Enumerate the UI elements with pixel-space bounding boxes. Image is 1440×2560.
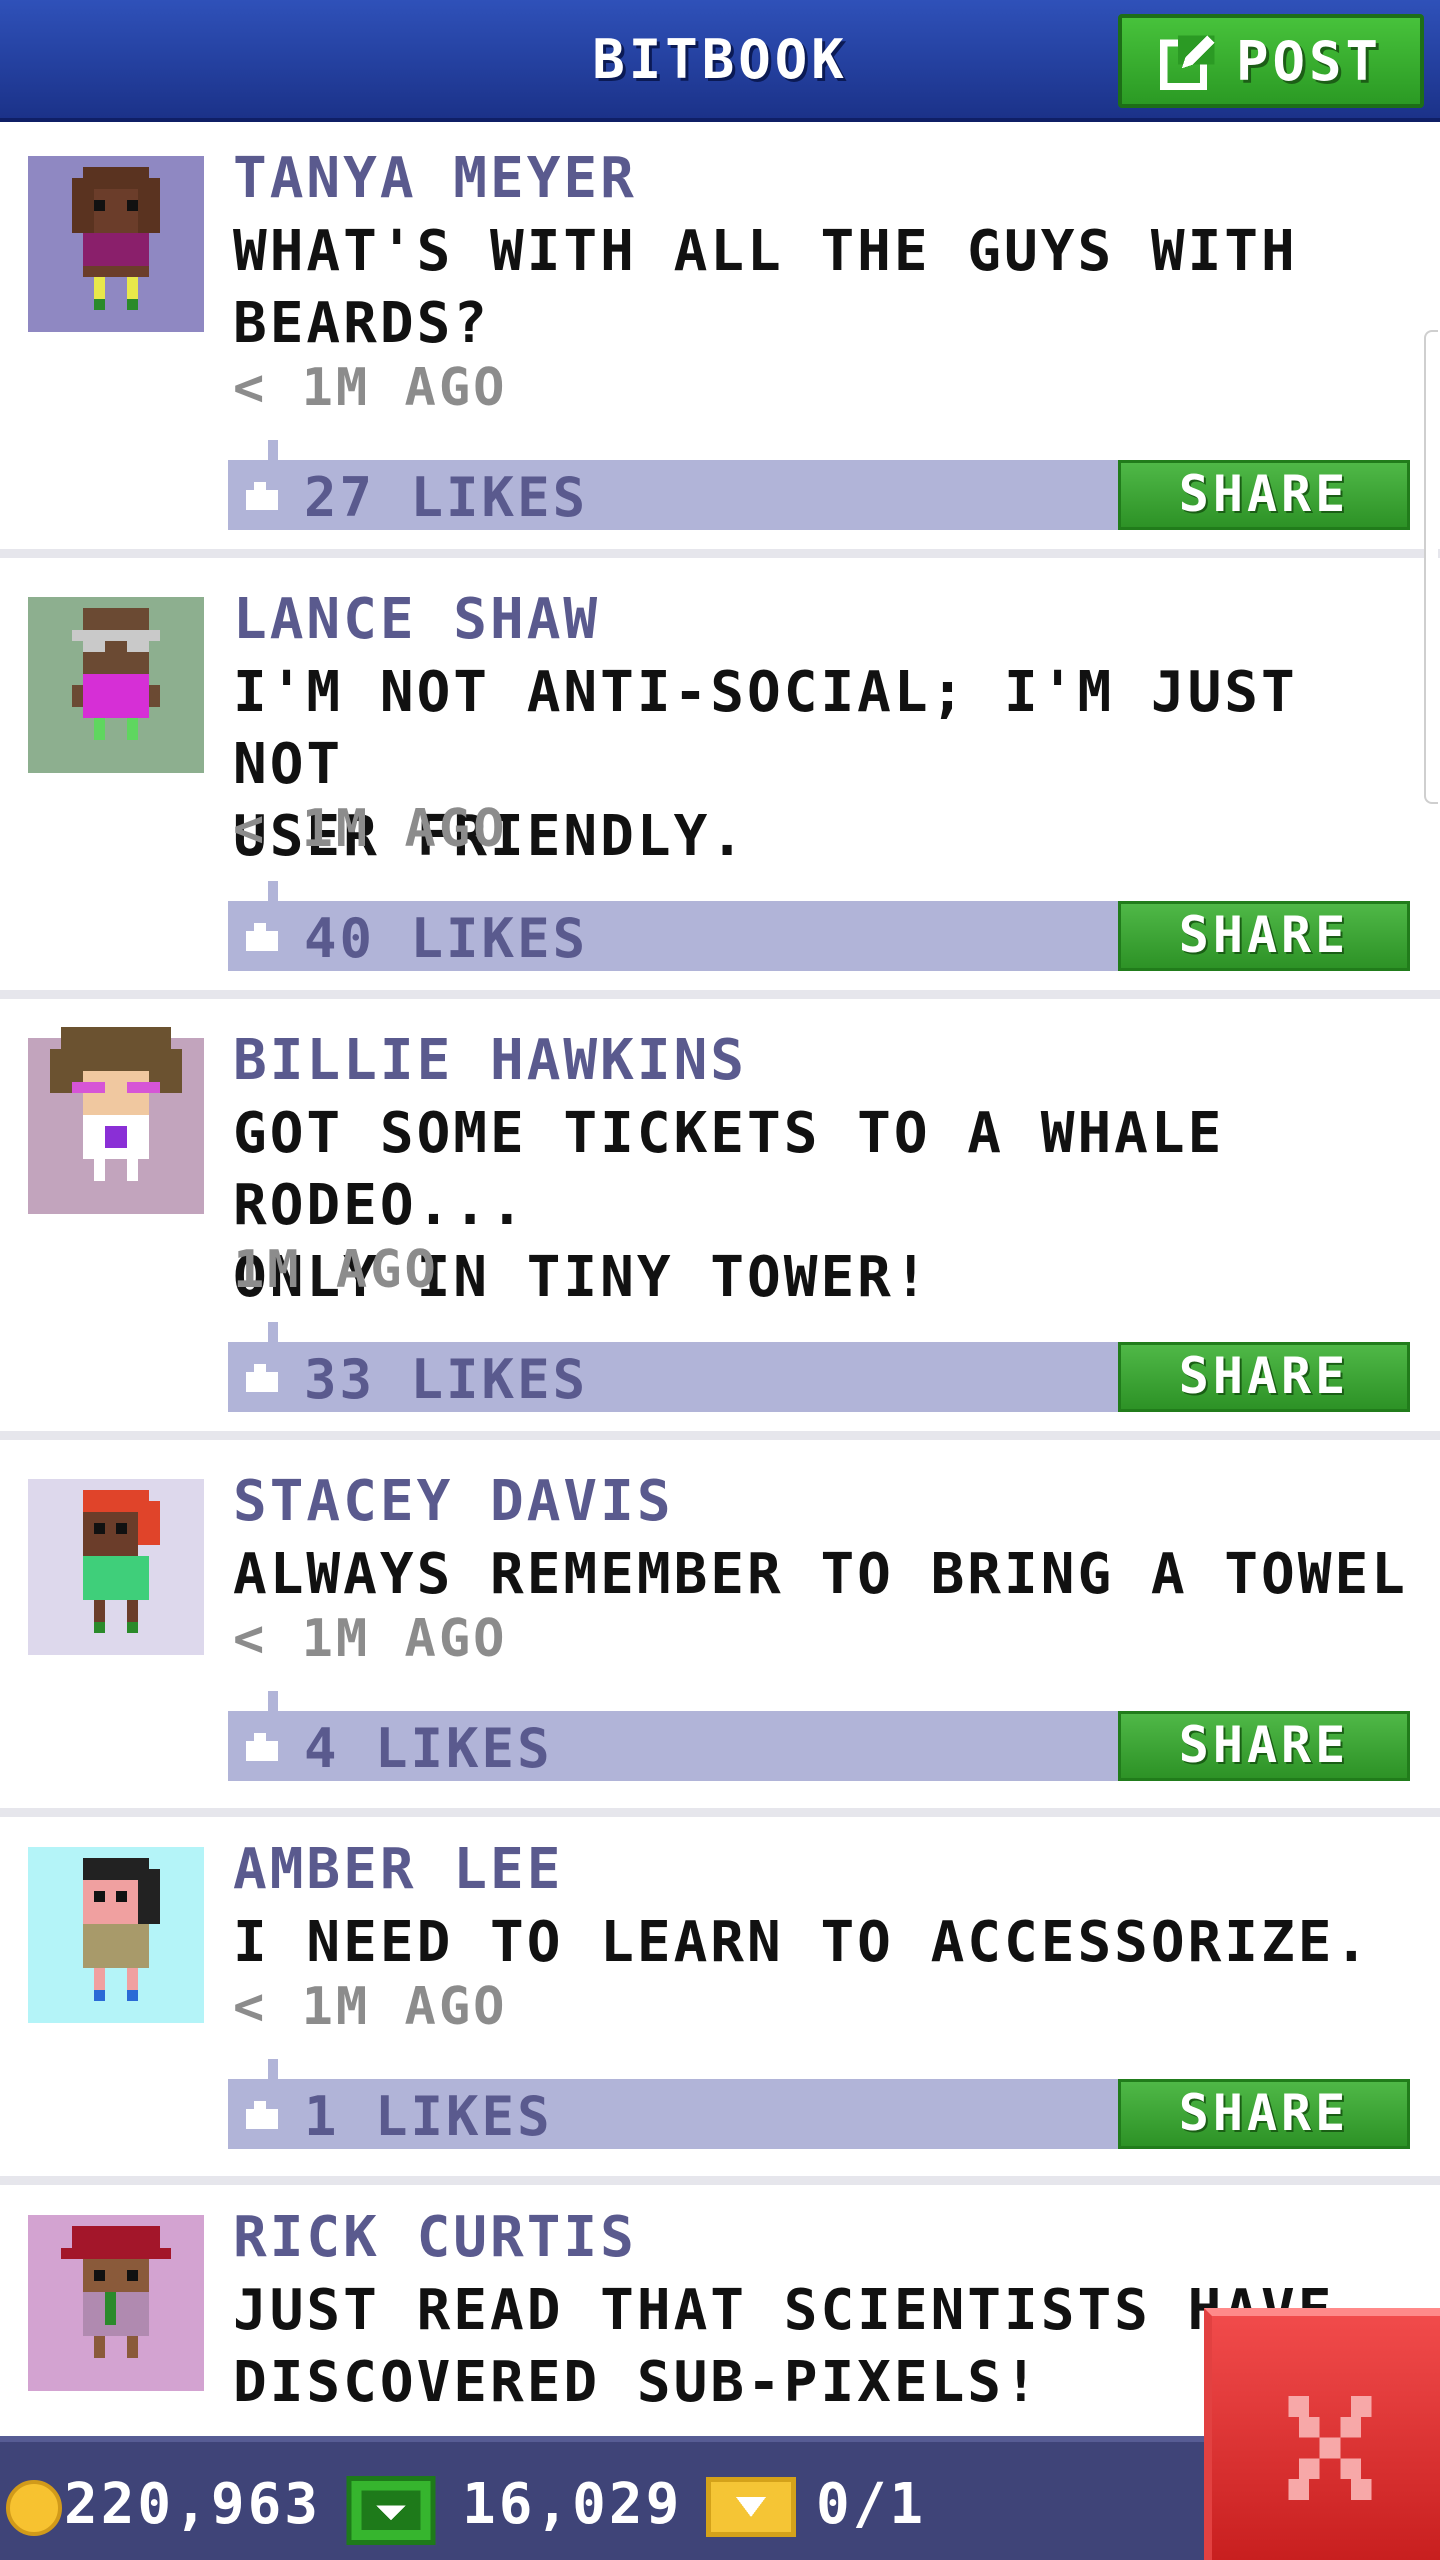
avatar-image (28, 1847, 204, 2023)
bux-icon (346, 2475, 436, 2546)
thumbs-up-icon (246, 923, 278, 951)
likes-bar: 33 LIKES SHARE (228, 1322, 1410, 1412)
post-author[interactable]: LANCE SHAW (233, 587, 600, 652)
post-time: < 1M AGO (233, 358, 508, 418)
share-button[interactable]: SHARE (1118, 1711, 1410, 1781)
likes-bar: 27 LIKES SHARE (228, 440, 1410, 530)
avatar (28, 1847, 204, 2023)
edit-icon (1159, 35, 1215, 90)
post-author[interactable]: AMBER LEE (233, 1837, 563, 1902)
coin-icon (6, 2480, 62, 2536)
coins-count: 220,963 (64, 2472, 322, 2537)
share-button[interactable]: SHARE (1118, 460, 1410, 530)
post-author[interactable]: TANYA MEYER (233, 146, 637, 211)
likes-bar: 1 LIKES SHARE (228, 2059, 1410, 2149)
likes-bar: 40 LIKES SHARE (228, 881, 1410, 971)
tickets-count: 0/1 (816, 2472, 927, 2537)
post-message: ALWAYS REMEMBER TO BRING A TOWEL (233, 1542, 1408, 1607)
scrollbar[interactable] (1424, 330, 1438, 804)
likes-count: 4 LIKES (304, 1717, 553, 1780)
close-icon (1288, 2396, 1372, 2500)
avatar-image (28, 1479, 204, 1655)
close-button[interactable] (1204, 2308, 1440, 2560)
feed-post: AMBER LEE I NEED TO LEARN TO ACCESSORIZE… (0, 1817, 1440, 2185)
bux-count: 16,029 (462, 2472, 683, 2537)
feed-post: LANCE SHAW I'M NOT ANTI-SOCIAL; I'M JUST… (0, 567, 1440, 999)
post-button[interactable]: POST (1118, 14, 1424, 108)
likes-bar: 4 LIKES SHARE (228, 1691, 1410, 1781)
feed-post: TANYA MEYER WHAT'S WITH ALL THE GUYS WIT… (0, 126, 1440, 558)
app-header: BITBOOK POST (0, 0, 1440, 122)
post-time: < 1M AGO (233, 1609, 508, 1669)
post-author[interactable]: RICK CURTIS (233, 2205, 637, 2270)
thumbs-up-icon (246, 1364, 278, 1392)
avatar-image (28, 2215, 204, 2391)
avatar-image (28, 156, 204, 332)
likes-count: 40 LIKES (304, 907, 589, 970)
feed-post: BILLIE HAWKINS GOT SOME TICKETS TO A WHA… (0, 1008, 1440, 1440)
post-button-label: POST (1235, 29, 1383, 93)
thumbs-up-icon (246, 2101, 278, 2129)
post-time: < 1M AGO (233, 1977, 508, 2037)
avatar (28, 2215, 204, 2391)
share-button[interactable]: SHARE (1118, 1342, 1410, 1412)
post-time: < 1M AGO (233, 799, 508, 859)
share-button[interactable]: SHARE (1118, 2079, 1410, 2149)
share-button[interactable]: SHARE (1118, 901, 1410, 971)
avatar (28, 156, 204, 332)
ticket-icon (706, 2477, 796, 2537)
likes-count: 33 LIKES (304, 1348, 589, 1411)
feed-post: STACEY DAVIS ALWAYS REMEMBER TO BRING A … (0, 1449, 1440, 1817)
post-message: WHAT'S WITH ALL THE GUYS WITH BEARDS? (233, 219, 1298, 356)
likes-count: 27 LIKES (304, 466, 589, 529)
post-message: I NEED TO LEARN TO ACCESSORIZE. (233, 1910, 1372, 1975)
avatar-image (28, 1027, 204, 1214)
likes-count: 1 LIKES (304, 2085, 553, 2148)
post-author[interactable]: BILLIE HAWKINS (233, 1028, 747, 1093)
avatar (28, 1027, 204, 1214)
post-author[interactable]: STACEY DAVIS (233, 1469, 674, 1534)
avatar (28, 597, 204, 773)
avatar (28, 1479, 204, 1655)
avatar-image (28, 597, 204, 773)
thumbs-up-icon (246, 482, 278, 510)
thumbs-up-icon (246, 1733, 278, 1761)
post-time: 1M AGO (233, 1240, 439, 1300)
